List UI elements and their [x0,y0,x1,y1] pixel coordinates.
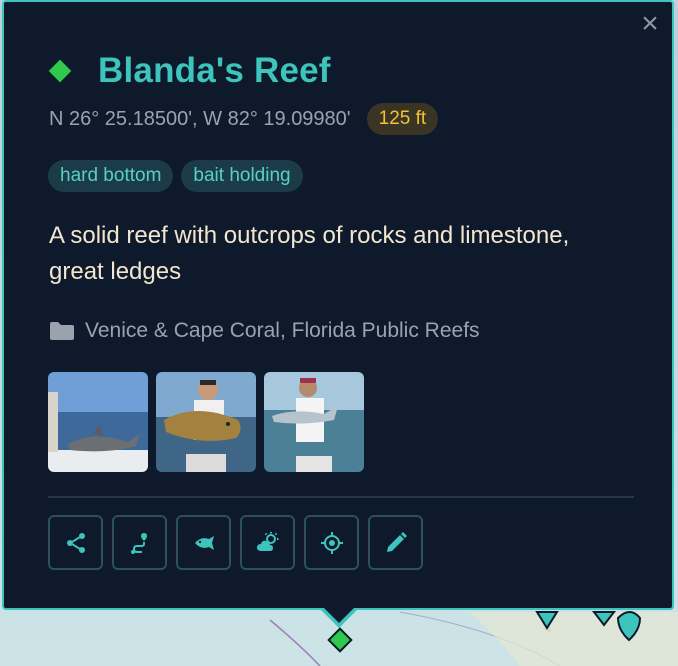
folder-icon [50,322,74,340]
pencil-icon [386,531,407,552]
share-icon [66,532,85,553]
close-button[interactable]: × [638,9,662,39]
weather-button[interactable] [240,515,295,570]
tag-hard-bottom[interactable]: hard bottom [48,160,174,192]
popup-pointer-inner [324,608,354,623]
tag-list: hard bottom bait holding [48,160,303,192]
share-button[interactable] [48,515,103,570]
group-label: Venice & Cape Coral, Florida Public Reef… [85,319,480,342]
log-catch-button[interactable] [176,515,231,570]
fish-icon [194,535,214,550]
route-button[interactable] [112,515,167,570]
spot-title: Blanda's Reef [98,51,331,90]
coords-row: N 26° 25.18500', W 82° 19.09980' 125 ft [49,103,439,135]
title-row: Blanda's Reef [48,50,331,92]
divider [48,496,634,498]
spot-description: A solid reef with outcrops of rocks and … [49,222,570,285]
photo-gallery [48,372,364,472]
group-row[interactable]: Venice & Cape Coral, Florida Public Reef… [49,316,480,346]
photo-thumbnail-3[interactable] [264,372,364,472]
tag-bait-holding[interactable]: bait holding [181,160,303,192]
depth-badge: 125 ft [366,103,439,135]
selected-spot-marker[interactable] [327,627,353,653]
diamond-marker-icon [48,59,72,83]
edit-button[interactable] [368,515,423,570]
photo-thumbnail-2[interactable] [156,372,256,472]
coordinates[interactable]: N 26° 25.18500', W 82° 19.09980' [49,108,351,131]
photo-thumbnail-1[interactable] [48,372,148,472]
weather-icon [256,531,278,551]
navigate-button[interactable] [304,515,359,570]
action-bar [48,515,423,570]
route-icon [130,532,147,554]
target-icon [320,531,343,554]
spot-popup: × Blanda's Reef N 26° 25.18500', W 82° 1… [2,0,674,610]
